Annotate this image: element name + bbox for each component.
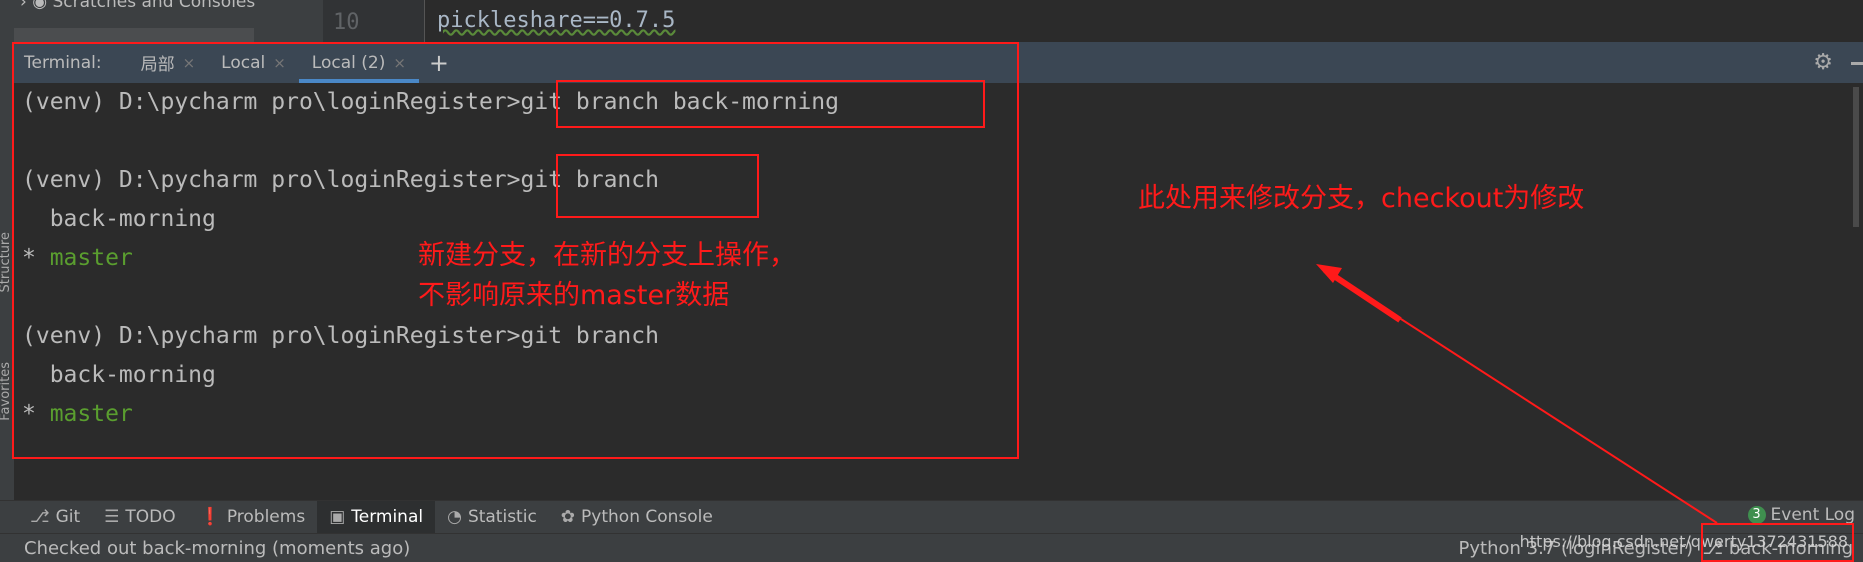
annotation-arrow	[1316, 264, 1718, 524]
